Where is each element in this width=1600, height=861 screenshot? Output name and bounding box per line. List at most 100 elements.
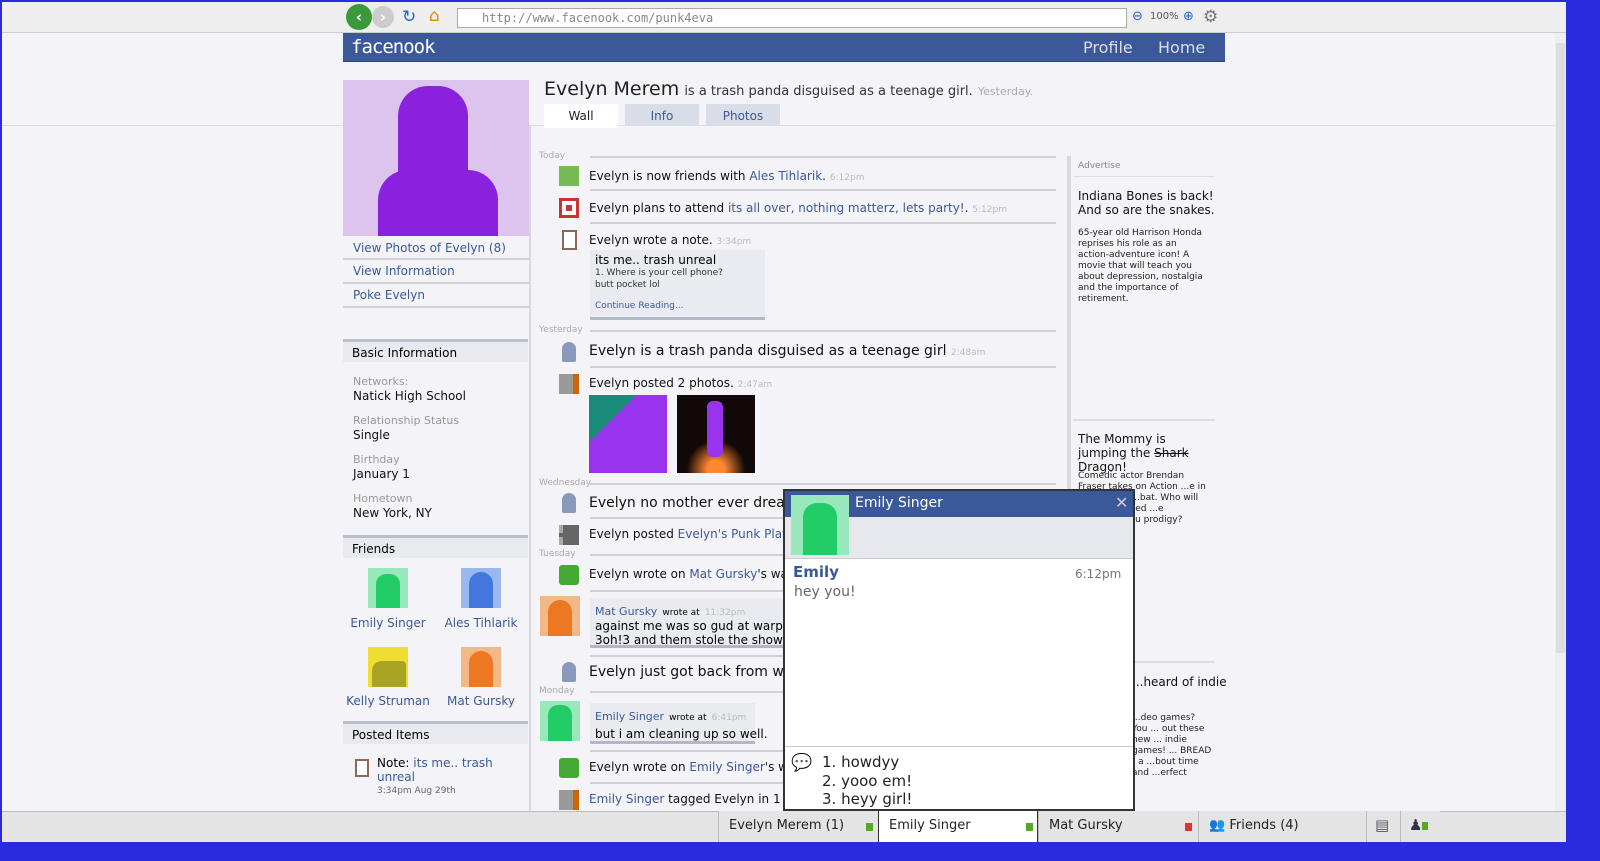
tab-photos[interactable]: Photos xyxy=(706,104,780,126)
ad-headline[interactable]: ...heard of indie xyxy=(1132,675,1272,689)
friend-name[interactable]: Ales Tihlarik xyxy=(436,616,526,630)
hometown-value: New York, NY xyxy=(353,506,432,520)
home-icon[interactable]: ⌂ xyxy=(429,6,440,26)
forward-icon[interactable]: › xyxy=(372,6,394,28)
friends-icon xyxy=(559,166,579,186)
profile-status: is a trash panda disguised as a teenage … xyxy=(684,84,973,99)
friend-avatar[interactable] xyxy=(368,568,408,608)
post-author[interactable]: Emily Singer xyxy=(595,710,664,723)
avatar[interactable] xyxy=(540,701,580,741)
note-preview[interactable]: its me.. trash unreal 1. Where is your c… xyxy=(590,250,765,320)
basic-info-header: Basic Information xyxy=(343,339,528,362)
note-icon xyxy=(562,230,577,250)
back-icon[interactable]: ‹ xyxy=(346,4,372,30)
feed-item: Evelyn wrote on Mat Gursky's wall. xyxy=(589,567,799,581)
tab-wall[interactable]: Wall xyxy=(544,104,618,128)
reply-option[interactable]: 2. yooo em! xyxy=(822,772,912,791)
chat-window: Emily Singer ✕ Emily 6:12pm hey you! 💬 1… xyxy=(783,489,1135,811)
divider xyxy=(1073,419,1215,421)
online-status-icon xyxy=(866,823,873,831)
post-text: against me was so gud at warpedd!! xyxy=(595,619,790,633)
poke-link[interactable]: Poke Evelyn xyxy=(343,284,529,308)
refresh-icon[interactable]: ↻ xyxy=(402,7,416,27)
friend-avatar[interactable] xyxy=(461,647,501,687)
tab-info[interactable]: Info xyxy=(625,104,699,126)
profile-links: View Photos of Evelyn (8) View Informati… xyxy=(343,238,529,308)
posted-item-time: 3:34pm Aug 29th xyxy=(377,786,456,796)
event-icon xyxy=(559,198,579,218)
chat-tab[interactable]: Evelyn Merem (1) xyxy=(718,811,878,842)
settings-icon[interactable]: ⚙ xyxy=(1203,7,1218,27)
nav-home[interactable]: Home xyxy=(1158,38,1205,57)
profile-picture[interactable] xyxy=(343,80,529,236)
status-user-icon[interactable]: ♟ xyxy=(1400,811,1440,842)
view-photos-link[interactable]: View Photos of Evelyn (8) xyxy=(343,238,529,260)
status-icon xyxy=(562,662,576,682)
feed-link[interactable]: Ales Tihlarik xyxy=(749,169,822,183)
reply-option[interactable]: 1. howdyy xyxy=(822,753,912,772)
divider xyxy=(590,655,790,657)
photo-thumbnail[interactable] xyxy=(589,395,667,473)
photo-thumbnail[interactable] xyxy=(677,395,755,473)
feed-link[interactable]: Emily Singer xyxy=(689,760,764,774)
divider xyxy=(590,189,1056,191)
ad-headline[interactable]: The Mommy is jumping the Shark Dragon! xyxy=(1078,432,1218,474)
zoom-level: 100% xyxy=(1150,11,1179,22)
friend-name[interactable]: Mat Gursky xyxy=(436,694,526,708)
networks-value: Natick High School xyxy=(353,389,466,403)
avatar[interactable] xyxy=(540,596,580,636)
divider xyxy=(590,330,1056,332)
reply-option[interactable]: 3. heyy girl! xyxy=(822,790,912,809)
friend-name[interactable]: Kelly Struman xyxy=(343,694,433,708)
day-label: Yesterday xyxy=(539,325,583,335)
feed-item: Evelyn posted Evelyn's Punk Playlist xyxy=(589,527,807,541)
friend-avatar[interactable] xyxy=(461,568,501,608)
logo[interactable]: facenook xyxy=(351,36,436,58)
friend-avatar[interactable] xyxy=(368,647,408,687)
divider xyxy=(590,590,790,592)
note-line: 1. Where is your cell phone? xyxy=(595,268,723,278)
chat-tab-active[interactable]: Emily Singer xyxy=(878,811,1038,842)
divider xyxy=(590,691,790,693)
status-icon xyxy=(562,342,576,362)
wall-post-icon xyxy=(559,565,579,585)
ad-body: ...deo games? You ... out these new ... … xyxy=(1132,713,1212,778)
feed-item: Evelyn plans to attend its all over, not… xyxy=(589,201,1007,215)
reply-options: 1. howdyy 2. yooo em! 3. heyy girl! xyxy=(822,753,912,809)
chat-message: hey you! xyxy=(794,584,856,600)
continue-reading-link[interactable]: Continue Reading... xyxy=(595,301,760,311)
profile-name: Evelyn Merem xyxy=(544,78,680,100)
feed-item: Evelyn no mother ever dreams xyxy=(589,495,806,511)
friend-name[interactable]: Emily Singer xyxy=(343,616,433,630)
scrollbar[interactable] xyxy=(1555,33,1566,811)
feed-link[interactable]: its all over, nothing matterz, lets part… xyxy=(728,201,965,215)
divider xyxy=(590,483,1056,485)
post-text: 3oh!3 and them stole the showw xyxy=(595,633,790,647)
feed-item: Evelyn wrote on Emily Singer's wall. xyxy=(589,760,806,774)
posted-item: Note: its me.. trash unreal 3:34pm Aug 2… xyxy=(377,756,517,798)
zoom-in-icon[interactable]: ⊕ xyxy=(1183,9,1194,24)
ad-headline[interactable]: Indiana Bones is back! And so are the sn… xyxy=(1078,189,1218,217)
zoom-out-icon[interactable]: ⊖ xyxy=(1132,9,1143,24)
ads-title: Advertise xyxy=(1078,161,1121,171)
friends-list-button[interactable]: 👥 Friends (4) xyxy=(1198,811,1366,842)
divider xyxy=(590,750,790,752)
notifications-icon[interactable]: ▤ xyxy=(1366,811,1400,842)
post-text: but i am cleaning up so well. xyxy=(595,727,768,741)
feed-link[interactable]: Emily Singer xyxy=(589,792,664,806)
view-information-link[interactable]: View Information xyxy=(343,260,529,284)
divider xyxy=(785,746,1133,747)
feed-item: Evelyn posted 2 photos. 2:47am xyxy=(589,376,773,390)
chat-title: Emily Singer xyxy=(855,495,943,511)
address-bar[interactable]: http://www.facenook.com/punk4eva xyxy=(457,8,1127,28)
status-time: Yesterday. xyxy=(977,85,1034,98)
chat-tab[interactable]: Mat Gursky xyxy=(1038,811,1198,842)
divider xyxy=(1073,176,1215,177)
friends-header: Friends xyxy=(343,535,528,558)
post-author[interactable]: Mat Gursky xyxy=(595,605,657,618)
feed-item: Evelyn is a trash panda disguised as a t… xyxy=(589,343,986,359)
feed-link[interactable]: Mat Gursky xyxy=(689,567,757,581)
chat-avatar xyxy=(791,495,849,555)
nav-profile[interactable]: Profile xyxy=(1083,38,1133,57)
close-icon[interactable]: ✕ xyxy=(1115,493,1128,512)
